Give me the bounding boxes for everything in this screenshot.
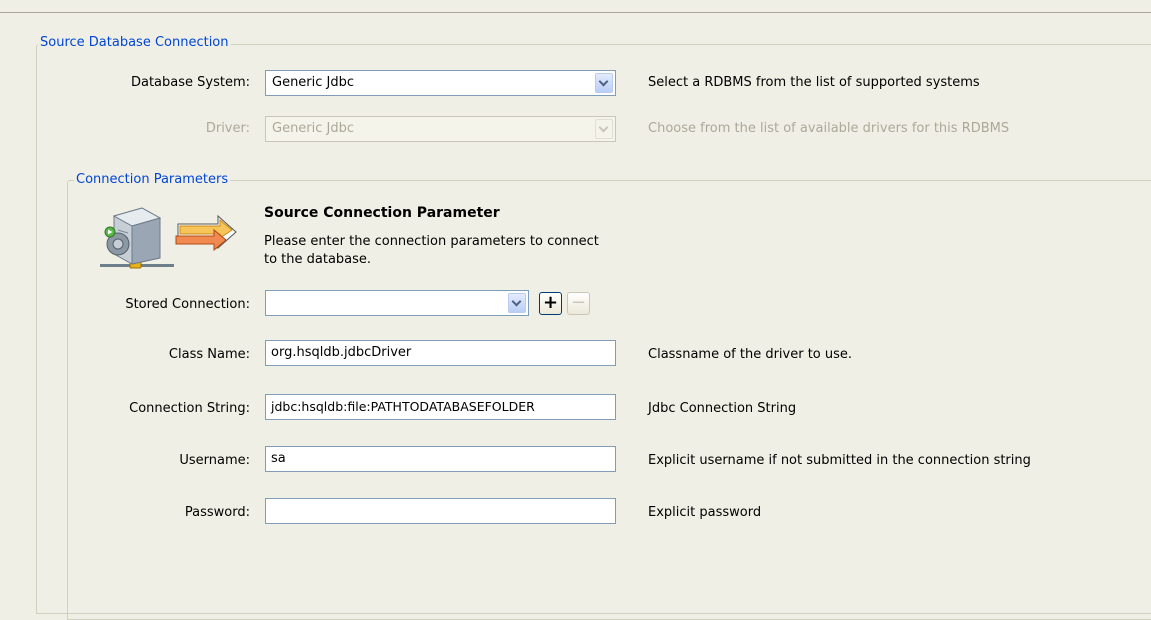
connection-string-help: Jdbc Connection String — [648, 401, 797, 416]
class-name-help: Classname of the driver to use. — [648, 347, 853, 362]
server-connection-icon — [100, 207, 237, 269]
class-name-label: Class Name: — [168, 347, 250, 362]
password-input[interactable] — [265, 498, 616, 524]
chevron-down-icon — [598, 122, 609, 133]
add-connection-button[interactable]: + — [539, 292, 562, 315]
password-label: Password: — [184, 505, 250, 520]
connection-parameter-title: Source Connection Parameter — [264, 205, 500, 221]
driver-label: Driver: — [205, 121, 250, 136]
database-system-value: Generic Jdbc — [272, 75, 355, 90]
connection-string-input[interactable]: jdbc:hsqldb:file:PATHTODATABASEFOLDER — [265, 394, 616, 420]
database-system-label: Database System: — [130, 75, 250, 90]
username-help: Explicit username if not submitted in th… — [648, 453, 1031, 468]
database-system-combo[interactable]: Generic Jdbc — [265, 70, 616, 96]
driver-dropdown-button — [595, 119, 613, 139]
chevron-down-icon — [598, 76, 609, 87]
chevron-down-icon — [511, 296, 522, 307]
driver-help: Choose from the list of available driver… — [648, 121, 1010, 136]
source-group-legend: Source Database Connection — [38, 35, 231, 50]
arrows-right-icon — [175, 214, 237, 252]
username-label: Username: — [179, 453, 250, 468]
connection-parameter-description: Please enter the connection parameters t… — [264, 234, 599, 267]
connection-parameters-legend: Connection Parameters — [74, 172, 231, 187]
top-separator — [0, 12, 1151, 13]
stored-connection-label: Stored Connection: — [125, 297, 250, 312]
database-system-help: Select a RDBMS from the list of supporte… — [648, 75, 980, 90]
connection-string-label: Connection String: — [129, 401, 250, 416]
database-system-dropdown-button[interactable] — [595, 73, 613, 93]
stored-connection-combo[interactable] — [265, 290, 529, 316]
class-name-input[interactable]: org.hsqldb.jdbcDriver — [265, 340, 616, 366]
stored-connection-dropdown-button[interactable] — [508, 293, 526, 313]
remove-connection-button: − — [567, 292, 590, 315]
username-input[interactable]: sa — [265, 446, 616, 472]
driver-value: Generic Jdbc — [272, 121, 355, 136]
password-help: Explicit password — [648, 505, 762, 520]
driver-combo: Generic Jdbc — [265, 116, 616, 142]
